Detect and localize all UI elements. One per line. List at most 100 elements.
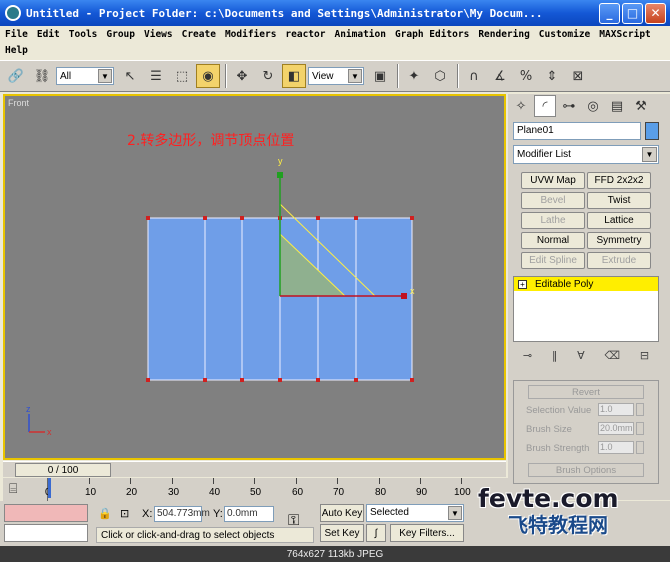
menu-rendering[interactable]: Rendering [478,29,529,40]
brush-strength-field[interactable]: 1.0 [598,441,634,454]
absolute-mode-icon[interactable]: ⊡ [120,507,129,520]
menu-group[interactable]: Group [106,29,135,40]
tick-mark [254,478,255,484]
tick-mark [89,478,90,484]
track-bar[interactable]: ⌸ 0 10 20 30 40 50 60 70 80 90 100 [3,478,508,501]
window-crossing-icon[interactable]: ◉ [196,64,220,88]
named-selection-icon[interactable]: ⊠ [566,64,590,88]
auto-key-button[interactable]: Auto Key [320,504,364,522]
uvw-map-button[interactable]: UVW Map [521,172,585,189]
ffd-2x2x2-button[interactable]: FFD 2x2x2 [587,172,651,189]
spinner-snap-icon[interactable]: ⇕ [540,64,564,88]
normal-button[interactable]: Normal [521,232,585,249]
menu-create[interactable]: Create [182,29,216,40]
configure-modifier-sets-icon[interactable]: ⊟ [640,349,649,362]
twist-button[interactable]: Twist [587,192,651,209]
key-filters-button[interactable]: Key Filters... [390,524,464,542]
menu-help[interactable]: Help [5,45,28,56]
object-name-field[interactable]: Plane01 [513,122,641,140]
hierarchy-tab-icon[interactable]: ⊶ [558,95,580,117]
angle-snap-icon[interactable]: ∡ [488,64,512,88]
close-button[interactable]: ✕ [645,2,666,24]
maxscript-listener-output[interactable] [4,504,88,522]
object-color-swatch[interactable] [645,122,659,140]
extrude-button[interactable]: Extrude [587,252,651,269]
gizmo-y-handle[interactable] [277,172,283,178]
modifier-list-dropdown[interactable]: Modifier List ▼ [513,145,659,164]
maximize-button[interactable]: □ [622,2,643,24]
rectangular-selection-icon[interactable]: ⬚ [170,64,194,88]
menu-file[interactable]: File [5,29,28,40]
maxscript-listener-input[interactable] [4,524,88,542]
menu-tools[interactable]: Tools [69,29,98,40]
main-toolbar: 🔗 ⛓ All ▼ ↖ ☰ ⬚ ◉ ✥ ↻ ◧ View ▼ ▣ ✦ ⬡ ∩ ∡… [0,60,670,92]
pin-stack-icon[interactable]: ⊸ [523,349,532,362]
snap-toggle-icon[interactable]: ∩ [462,64,486,88]
tick-label: 50 [250,487,262,498]
y-coord-field[interactable]: 0.0mm [224,506,274,522]
modifier-stack[interactable]: + Editable Poly [513,276,659,342]
select-and-move-icon[interactable]: ✥ [230,64,254,88]
time-slider-thumb[interactable]: 0 / 100 [15,463,111,477]
pivot-center-icon[interactable]: ▣ [368,64,392,88]
selection-value-spinner[interactable] [636,403,644,416]
display-tab-icon[interactable]: ▤ [606,95,628,117]
select-and-rotate-icon[interactable]: ↻ [256,64,280,88]
set-key-button[interactable]: Set Key [320,524,364,542]
select-and-scale-icon[interactable]: ◧ [282,64,306,88]
track-ruler[interactable]: 0 10 20 30 40 50 60 70 80 90 100 [45,478,471,501]
key-selection-dropdown[interactable]: Selected ▼ [366,504,464,522]
menu-modifiers[interactable]: Modifiers [225,29,276,40]
percent-snap-icon[interactable]: % [514,64,538,88]
tick-label: 70 [333,487,345,498]
remove-modifier-icon[interactable]: ⌫ [604,349,620,362]
lathe-button[interactable]: Lathe [521,212,585,229]
reference-coord-dropdown[interactable]: View ▼ [308,67,364,85]
select-and-link-icon[interactable]: 🔗 [4,64,28,88]
tripod-z-label: z [26,404,31,414]
menu-animation[interactable]: Animation [334,29,385,40]
edit-spline-button[interactable]: Edit Spline [521,252,585,269]
brush-size-field[interactable]: 20.0mm [598,422,634,435]
tick-label: 60 [292,487,304,498]
stack-item-editable-poly[interactable]: + Editable Poly [514,277,658,291]
create-tab-icon[interactable]: ✧ [510,95,532,117]
show-end-result-icon[interactable]: ‖ [552,349,558,362]
menu-graph-editors[interactable]: Graph Editors [395,29,469,40]
revert-button[interactable]: Revert [528,385,644,399]
minimize-button[interactable]: _ [599,2,620,24]
select-manipulate-icon[interactable]: ✦ [402,64,426,88]
lattice-button[interactable]: Lattice [587,212,651,229]
brush-size-spinner[interactable] [636,422,644,435]
menu-customize[interactable]: Customize [539,29,590,40]
time-slider[interactable]: 0 / 100 [3,461,506,477]
menu-views[interactable]: Views [144,29,173,40]
menu-reactor[interactable]: reactor [285,29,325,40]
menu-edit[interactable]: Edit [37,29,60,40]
keyboard-shortcut-icon[interactable]: ⬡ [428,64,452,88]
brush-options-button[interactable]: Brush Options [528,463,644,477]
lock-selection-icon[interactable]: 🔒 [98,507,112,520]
make-unique-icon[interactable]: ∀ [577,349,585,362]
select-by-name-icon[interactable]: ☰ [144,64,168,88]
y-coord-label: Y: [213,508,223,520]
selection-value-field[interactable]: 1.0 [598,403,634,416]
open-mini-curve-editor-icon[interactable]: ⌸ [9,481,17,497]
select-object-icon[interactable]: ↖ [118,64,142,88]
x-coord-field[interactable]: 504.773mm [154,506,210,522]
selection-filter-dropdown[interactable]: All ▼ [56,67,114,85]
expand-icon[interactable]: + [518,279,527,289]
brush-strength-spinner[interactable] [636,441,644,454]
symmetry-button[interactable]: Symmetry [587,232,651,249]
bind-space-warp-icon[interactable]: ⛓ [30,64,54,88]
3dsmax-app-icon[interactable] [5,5,21,21]
bevel-button[interactable]: Bevel [521,192,585,209]
menu-maxscript[interactable]: MAXScript [599,29,650,40]
default-in-out-tangents-icon[interactable]: ∫ [366,524,386,542]
front-viewport[interactable]: Front 2.转多边形，调节顶点位置 y x z x [3,94,506,460]
motion-tab-icon[interactable]: ◎ [582,95,604,117]
modify-tab-icon[interactable]: ◜ [534,95,556,117]
utilities-tab-icon[interactable]: ⚒ [630,95,652,117]
set-key-mode-icon[interactable]: ⚿ [288,511,299,529]
gizmo-x-handle[interactable] [401,293,407,299]
